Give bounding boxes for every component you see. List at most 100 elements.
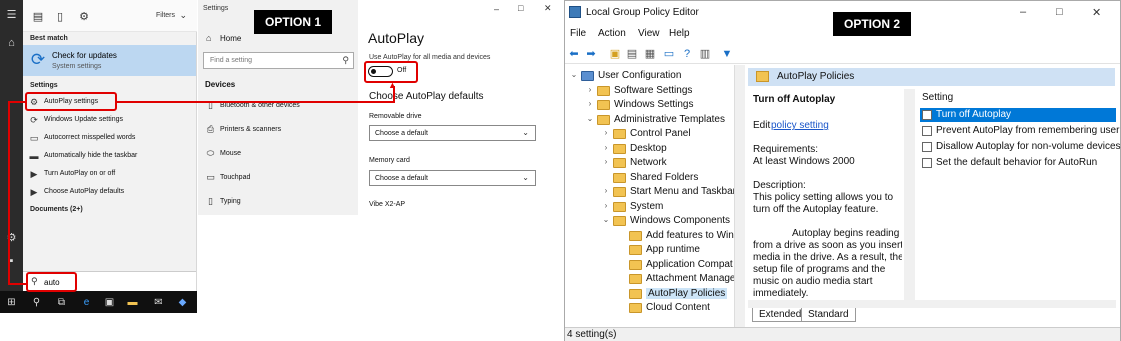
tab-standard[interactable]: Standard <box>801 308 856 322</box>
description-line: This policy setting allows you to <box>753 192 894 203</box>
up-folder-icon[interactable]: ▣ <box>608 47 622 61</box>
setting-row-turn-off-autoplay[interactable]: Turn off Autoplay <box>920 108 1116 122</box>
mail-icon[interactable]: ✉ <box>152 296 165 309</box>
nav-typing[interactable]: ▯ Typing <box>203 195 353 211</box>
documents-tab-icon[interactable]: ▯ <box>53 10 67 24</box>
filters-button[interactable]: Filters <box>156 12 175 19</box>
keyboard-icon: ▯ <box>208 196 213 206</box>
chevron-right-icon[interactable]: › <box>585 99 595 108</box>
policy-tree: ⌄ User Configuration › Software Settings › Wi… <box>565 65 745 328</box>
chevron-right-icon[interactable]: › <box>585 85 595 94</box>
chevron-down-icon: ⌄ <box>522 128 529 137</box>
setting-row-disallow-non-volume[interactable]: Disallow Autoplay for non-volume devices <box>920 140 1121 154</box>
menu-action[interactable]: Action <box>598 28 626 39</box>
tree-scrollbar[interactable] <box>734 65 745 328</box>
minimize-icon[interactable]: – <box>494 4 499 14</box>
printer-icon: ⎙ <box>206 124 215 134</box>
taskbar: ⊞ ⚲ ⧉ e ▣ ▬ ✉ ◆ <box>0 291 197 313</box>
policy-description: Turn off Autoplay Edit policy setting Re… <box>750 89 902 299</box>
back-icon[interactable]: ⬅ <box>567 47 581 61</box>
status-bar: 4 setting(s) <box>565 327 1120 341</box>
setting-row-prevent-remember[interactable]: Prevent AutoPlay from remembering user <box>920 124 1119 138</box>
tree-node-label: Software Settings <box>614 84 693 96</box>
settings-home-link[interactable]: Home <box>220 34 241 43</box>
chevron-down-icon[interactable]: ⌄ <box>569 70 579 79</box>
chevron-down-icon[interactable]: ⌄ <box>585 114 595 123</box>
chevron-right-icon[interactable]: › <box>601 186 611 195</box>
best-match-result[interactable]: ⟳ Check for updates System settings <box>23 45 196 76</box>
minimize-icon[interactable]: – <box>1020 6 1026 18</box>
filter-icon[interactable]: ▼ <box>720 47 734 61</box>
chevron-down-icon[interactable]: ⌄ <box>179 10 187 21</box>
app-icon[interactable]: ◆ <box>176 296 189 309</box>
folder-icon <box>629 259 642 270</box>
maximize-icon[interactable]: □ <box>1056 6 1063 18</box>
result-hide-taskbar[interactable]: ▬ Automatically hide the taskbar <box>23 148 196 165</box>
edit-policy-link[interactable]: policy setting <box>771 120 829 131</box>
help-icon[interactable]: ? <box>680 47 694 61</box>
maximize-icon[interactable]: □ <box>518 3 523 13</box>
taskbar-icon: ▬ <box>29 151 39 161</box>
policy-folder-header: AutoPlay Policies <box>748 68 1115 86</box>
body-line: music on audio media start <box>753 276 873 287</box>
body-line: Autoplay begins reading <box>792 228 900 239</box>
view-icon[interactable]: ▥ <box>698 47 712 61</box>
result-label: Automatically hide the taskbar <box>44 152 138 159</box>
removable-drive-select[interactable]: Choose a default ⌄ <box>369 125 536 141</box>
chevron-right-icon[interactable]: › <box>601 157 611 166</box>
user-icon[interactable]: ▪ <box>4 254 19 269</box>
menu-file[interactable]: File <box>570 28 586 39</box>
setting-row-autorun-default[interactable]: Set the default behavior for AutoRun <box>920 156 1116 170</box>
gear-icon[interactable]: ⚙ <box>4 231 19 246</box>
close-icon[interactable]: ✕ <box>544 3 552 14</box>
chevron-down-icon[interactable]: ⌄ <box>601 215 611 224</box>
folder-icon[interactable]: ▬ <box>126 296 139 309</box>
folder-icon <box>597 85 610 96</box>
find-setting-input[interactable]: Find a setting ⚲ <box>203 52 354 69</box>
chevron-right-icon[interactable]: › <box>601 128 611 137</box>
chevron-right-icon[interactable]: › <box>601 143 611 152</box>
export-list-icon[interactable]: ▦ <box>643 47 657 61</box>
policy-setting-icon <box>922 142 932 152</box>
store-icon[interactable]: ▣ <box>103 296 116 309</box>
body-line: media in the drive. As a result, the <box>753 252 902 263</box>
tree-node-label: Windows Settings <box>614 99 694 110</box>
result-autocorrect[interactable]: ▭ Autocorrect misspelled words <box>23 130 196 147</box>
all-tab-icon[interactable]: ▤ <box>31 10 45 24</box>
documents-header[interactable]: Documents (2+) <box>30 206 83 213</box>
home-icon[interactable]: ⌂ <box>206 33 211 43</box>
home-icon[interactable]: ⌂ <box>4 36 19 51</box>
setting-label: Turn off Autoplay <box>936 109 1012 120</box>
windows-start-icon[interactable]: ⊞ <box>5 296 18 309</box>
hamburger-icon[interactable]: ☰ <box>4 8 19 23</box>
setting-label: Set the default behavior for AutoRun <box>936 157 1098 168</box>
chevron-right-icon[interactable]: › <box>601 201 611 210</box>
result-turn-autoplay[interactable]: ▶ Turn AutoPlay on or off <box>23 166 196 183</box>
menu-help[interactable]: Help <box>669 28 690 39</box>
nav-touchpad[interactable]: ▭ Touchpad <box>203 171 353 187</box>
task-view-icon[interactable]: ⧉ <box>55 296 68 309</box>
folder-icon <box>613 129 626 139</box>
tab-extended[interactable]: Extended <box>752 308 809 322</box>
properties-icon[interactable]: ▭ <box>662 47 676 61</box>
tree-node-label: Desktop <box>630 142 667 154</box>
result-windows-update-settings[interactable]: ⟳ Windows Update settings <box>23 112 196 129</box>
show-hide-tree-icon[interactable]: ▤ <box>625 47 639 61</box>
screenshot-canvas: ☰ ⌂ ⚙ ▪ ▤ ▯ ⚙ Filters ⌄ Best match ⟳ Che… <box>0 0 1121 341</box>
result-choose-autoplay[interactable]: ▶ Choose AutoPlay defaults <box>23 184 196 201</box>
memory-card-select[interactable]: Choose a default ⌄ <box>369 170 536 186</box>
settings-tab-icon[interactable]: ⚙ <box>77 10 91 24</box>
forward-icon[interactable]: ➡ <box>584 47 598 61</box>
folder-icon <box>613 216 626 226</box>
setting-column-header[interactable]: Setting <box>922 92 953 103</box>
edge-icon[interactable]: e <box>80 296 93 309</box>
search-icon[interactable]: ⚲ <box>30 296 43 309</box>
nav-mouse[interactable]: ⬭ Mouse <box>203 147 353 163</box>
menu-view[interactable]: View <box>638 28 660 39</box>
description-scrollbar[interactable] <box>904 89 915 301</box>
tree-node-label: Shared Folders <box>630 171 699 183</box>
horizontal-scrollbar[interactable] <box>748 300 1116 308</box>
close-icon[interactable]: ✕ <box>1092 6 1101 19</box>
tree-node-label: Attachment Manage <box>646 273 736 284</box>
nav-printers[interactable]: ⎙ Printers & scanners <box>203 123 353 139</box>
